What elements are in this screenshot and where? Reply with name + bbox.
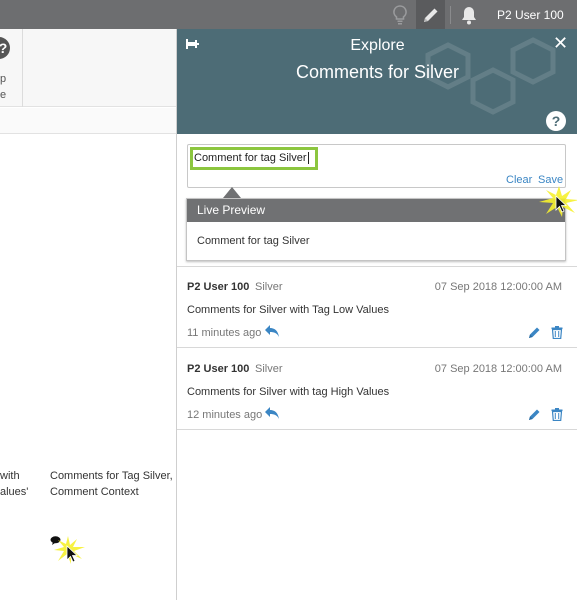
panel-eyebrow: Explore [350, 37, 405, 54]
edit-icon[interactable] [528, 408, 541, 426]
comment-item: P2 User 100 Silver 07 Sep 2018 12:00:00 … [177, 267, 577, 348]
help-circle-icon[interactable]: ? [0, 37, 10, 59]
comment-text: Comments for Silver with tag High Values [187, 386, 390, 398]
click-cursor-icon [537, 184, 577, 223]
clear-button[interactable]: Clear [506, 174, 532, 186]
comment-date: 07 Sep 2018 12:00:00 AM [434, 281, 562, 293]
help-icon[interactable]: ? [546, 111, 566, 131]
comment-author: P2 User 100 [187, 363, 250, 375]
panel-title: Comments for Silver [295, 62, 460, 82]
click-cursor-icon [52, 534, 88, 571]
live-preview-header: Live Preview [187, 199, 565, 222]
comment-input-text: Comment for tag Silver [194, 152, 307, 164]
comment-item: P2 User 100 Silver 07 Sep 2018 12:00:00 … [177, 349, 577, 430]
comment-tag: Silver [255, 281, 283, 293]
comment-text: Comments for Silver with Tag Low Values [187, 304, 389, 316]
comment-editor: Comment for tag Silver Clear Save [187, 144, 566, 188]
top-bar: P2 User 100 [0, 0, 577, 29]
delete-icon[interactable] [551, 326, 563, 344]
pencil-icon[interactable] [416, 0, 445, 29]
edit-icon[interactable] [528, 326, 541, 344]
reply-icon[interactable] [264, 324, 280, 343]
background-page: ? p e with alues' Comments for Tag Silve… [0, 29, 176, 600]
user-menu[interactable]: P2 User 100 [497, 8, 564, 22]
toolbar-label: p [0, 73, 7, 85]
reply-icon[interactable] [264, 406, 280, 425]
comment-timestamp: 12 minutes ago [187, 409, 263, 421]
toolbar-label: e [0, 89, 7, 101]
background-band [0, 108, 176, 134]
delete-icon[interactable] [551, 408, 563, 426]
comment-tag: Silver [255, 363, 283, 375]
background-toolbar: ? p e [0, 29, 176, 107]
toolbar-divider [22, 29, 23, 107]
comment-date: 07 Sep 2018 12:00:00 AM [434, 363, 562, 375]
explore-panel: ✕ Explore Comments for Silver ? Comment … [176, 29, 577, 600]
table-cell: Comments for Tag Silver, [50, 470, 173, 482]
lightbulb-icon[interactable] [387, 3, 413, 27]
comment-input[interactable]: Comment for tag Silver [190, 147, 318, 170]
app-root: P2 User 100 ? p e with alues' Comments f… [0, 0, 577, 600]
comment-timestamp: 11 minutes ago [187, 327, 262, 339]
text-caret [308, 152, 310, 165]
topbar-divider [450, 6, 451, 24]
live-preview-popup: Live Preview Comment for tag Silver [186, 198, 566, 261]
table-cell: alues' [0, 486, 29, 498]
live-preview-body: Comment for tag Silver [197, 235, 310, 247]
panel-header: ✕ Explore Comments for Silver ? [177, 29, 577, 134]
table-cell: Comment Context [50, 486, 139, 498]
table-cell: with [0, 470, 20, 482]
preview-pointer [223, 187, 241, 198]
bell-icon[interactable] [456, 3, 482, 27]
comment-author: P2 User 100 [187, 281, 250, 293]
